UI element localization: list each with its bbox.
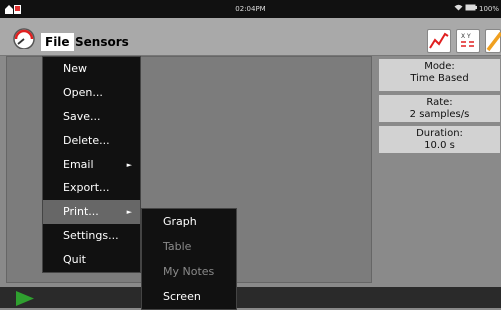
- play-icon[interactable]: [12, 290, 38, 307]
- menu-item-delete[interactable]: Delete...: [43, 129, 140, 153]
- pencil-icon: [486, 31, 501, 52]
- duration-value: 10.0 s: [424, 140, 455, 151]
- menu-item-quit[interactable]: Quit: [43, 248, 140, 272]
- gauge-app-icon[interactable]: [12, 27, 36, 49]
- rate-label: Rate:: [426, 97, 453, 108]
- table-icon: X Y: [461, 33, 474, 47]
- menu-item-email[interactable]: Email ►: [43, 153, 140, 177]
- table-view-button[interactable]: X Y: [456, 29, 480, 53]
- svg-text:X Y: X Y: [461, 33, 471, 40]
- chevron-right-icon: ►: [126, 160, 132, 169]
- chevron-right-icon: ►: [126, 208, 132, 217]
- status-right: 100%: [454, 4, 499, 13]
- footer-bar: [0, 287, 501, 308]
- status-time: 02:04PM: [235, 5, 266, 13]
- graph-view-button[interactable]: [427, 29, 451, 53]
- menu-file[interactable]: File: [41, 33, 74, 51]
- duration-label: Duration:: [416, 128, 463, 139]
- print-submenu: Graph Table My Notes Screen: [141, 208, 237, 310]
- submenu-item-screen[interactable]: Screen: [142, 284, 236, 309]
- submenu-item-graph[interactable]: Graph: [142, 209, 236, 234]
- toolbar: File Sensors X Y: [0, 18, 501, 56]
- duration-panel[interactable]: Duration: 10.0 s: [378, 125, 501, 154]
- menu-item-open[interactable]: Open...: [43, 81, 140, 105]
- menu-item-save[interactable]: Save...: [43, 105, 140, 129]
- menu-item-print[interactable]: Print... ►: [43, 200, 140, 225]
- mode-panel[interactable]: Mode: Time Based: [378, 58, 501, 92]
- rate-value: 2 samples/s: [409, 109, 470, 120]
- submenu-item-my-notes: My Notes: [163, 265, 215, 278]
- status-bar: 02:04PM 100%: [0, 0, 501, 18]
- submenu-item-table: Table: [163, 240, 192, 253]
- menu-item-export[interactable]: Export...: [43, 176, 140, 200]
- mode-value: Time Based: [410, 73, 469, 84]
- graph-icon: [429, 32, 449, 49]
- menu-item-new[interactable]: New: [43, 57, 140, 81]
- notes-button[interactable]: [485, 29, 501, 53]
- file-menu-dropdown: New Open... Save... Delete... Email ► Exp…: [42, 56, 141, 274]
- mode-label: Mode:: [424, 61, 455, 72]
- battery-percent: 100%: [478, 5, 499, 13]
- battery-icon: [465, 4, 479, 13]
- rate-panel[interactable]: Rate: 2 samples/s: [378, 94, 501, 123]
- menu-sensors[interactable]: Sensors: [75, 35, 129, 49]
- wifi-icon: [454, 4, 465, 13]
- menu-item-settings[interactable]: Settings...: [43, 224, 140, 248]
